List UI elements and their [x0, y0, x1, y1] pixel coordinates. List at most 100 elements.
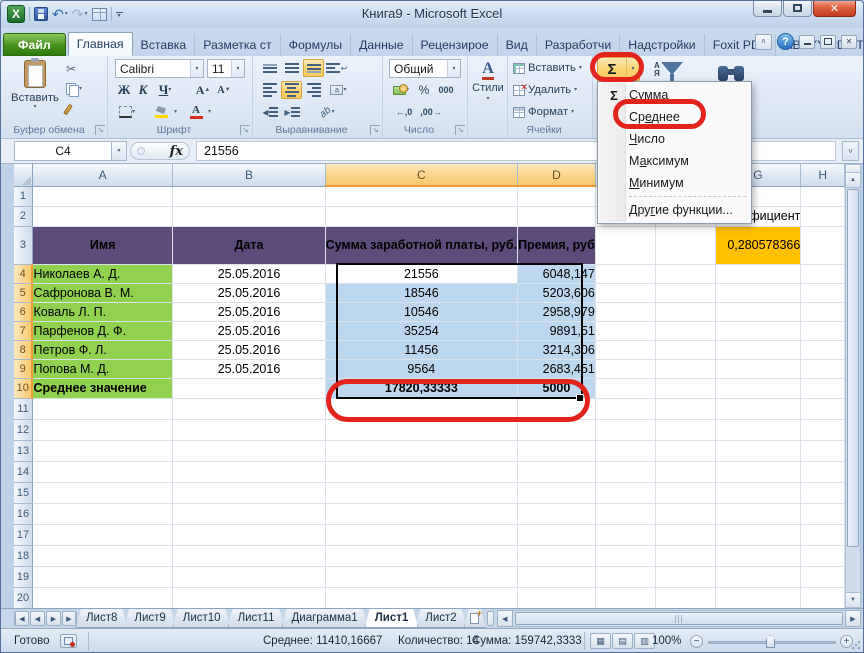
cell-F20[interactable]	[655, 587, 715, 608]
vertical-scroll-thumb[interactable]	[847, 189, 859, 547]
row-header-19[interactable]: 19	[14, 566, 32, 587]
incr-indent-button[interactable]: ▶	[281, 103, 302, 121]
ribbon-tab-insert[interactable]: Вставка	[133, 34, 196, 56]
cell-A19[interactable]	[32, 566, 172, 587]
cell-H17[interactable]	[801, 524, 845, 545]
bold-button[interactable]: Ж	[115, 81, 133, 99]
decr-indent-button[interactable]: ◀	[259, 103, 280, 121]
format-painter-button[interactable]	[63, 100, 97, 118]
cell-H14[interactable]	[801, 461, 845, 482]
cell-H13[interactable]	[801, 440, 845, 461]
scroll-right-button[interactable]: ▶	[845, 610, 861, 627]
horizontal-scroll-thumb[interactable]	[515, 612, 843, 625]
cell-C4[interactable]: 21556	[325, 264, 517, 283]
cell-G17[interactable]	[715, 524, 801, 545]
dropdown-arrow-icon[interactable]: ▾	[231, 60, 244, 77]
cell-G18[interactable]	[715, 545, 801, 566]
cell-E14[interactable]	[595, 461, 655, 482]
row-header-14[interactable]: 14	[14, 461, 32, 482]
row-header-11[interactable]: 11	[14, 398, 32, 419]
cell-C13[interactable]	[325, 440, 517, 461]
dialog-launcher[interactable]: ↘	[370, 125, 380, 135]
cell-D15[interactable]	[518, 482, 596, 503]
cell-E9[interactable]	[595, 359, 655, 378]
cell-F6[interactable]	[655, 302, 715, 321]
cell-C3[interactable]: Сумма заработной платы, руб.	[325, 226, 517, 264]
cell-D9[interactable]: 2683,451	[518, 359, 596, 378]
cell-F10[interactable]	[655, 378, 715, 398]
cell-A17[interactable]	[32, 524, 172, 545]
workbook-restore-button[interactable]	[820, 35, 836, 49]
cell-F18[interactable]	[655, 545, 715, 566]
dropdown-arrow-icon[interactable]: ▾	[190, 60, 203, 77]
cell-D12[interactable]	[518, 419, 596, 440]
shrink-font-button[interactable]: А▼	[214, 81, 234, 99]
cell-A8[interactable]: Петров Ф. Л.	[32, 340, 172, 359]
insert-cells-button[interactable]: Вставить▾	[513, 59, 582, 77]
page-layout-view-button[interactable]: ▤	[612, 633, 633, 649]
row-header-4[interactable]: 4	[14, 264, 32, 283]
cell-F3[interactable]	[655, 226, 715, 264]
row-header-12[interactable]: 12	[14, 419, 32, 440]
ribbon-tab-file[interactable]: Файл	[3, 33, 66, 56]
cell-H12[interactable]	[801, 419, 845, 440]
cell-A13[interactable]	[32, 440, 172, 461]
cell-H8[interactable]	[801, 340, 845, 359]
menu-item-sum[interactable]: ΣСумма	[599, 84, 750, 106]
workbook-close-button[interactable]: ✕	[841, 35, 857, 49]
col-header-H[interactable]: H	[801, 164, 845, 186]
cell-G8[interactable]	[715, 340, 801, 359]
tab-splitter[interactable]	[487, 611, 494, 626]
row-header-8[interactable]: 8	[14, 340, 32, 359]
vertical-scrollbar[interactable]: ▲ ▼	[845, 164, 861, 608]
cell-H5[interactable]	[801, 283, 845, 302]
cell-C17[interactable]	[325, 524, 517, 545]
maximize-button[interactable]	[783, 0, 812, 17]
cell-A7[interactable]: Парфенов Д. Ф.	[32, 321, 172, 340]
fill-color-button[interactable]	[149, 103, 173, 121]
cell-G6[interactable]	[715, 302, 801, 321]
cell-E6[interactable]	[595, 302, 655, 321]
align-bottom-button[interactable]	[303, 59, 324, 77]
normal-view-button[interactable]: ▦	[590, 633, 611, 649]
fill-handle[interactable]	[576, 394, 583, 401]
cell-B6[interactable]: 25.05.2016	[173, 302, 325, 321]
select-all-corner[interactable]	[14, 164, 32, 186]
resize-grip[interactable]	[850, 639, 862, 651]
undo-button[interactable]: ↶▾	[52, 7, 68, 21]
align-left-button[interactable]	[259, 81, 280, 99]
ribbon-tab-review[interactable]: Рецензирое	[413, 34, 498, 56]
cell-D6[interactable]: 2958,979	[518, 302, 596, 321]
cell-C7[interactable]: 35254	[325, 321, 517, 340]
row-header-7[interactable]: 7	[14, 321, 32, 340]
cell-E16[interactable]	[595, 503, 655, 524]
cell-D20[interactable]	[518, 587, 596, 608]
ribbon-tab-page-layout[interactable]: Разметка ст	[195, 34, 280, 56]
align-top-button[interactable]	[259, 59, 280, 77]
col-header-A[interactable]: A	[32, 164, 172, 186]
cell-C14[interactable]	[325, 461, 517, 482]
cell-B19[interactable]	[173, 566, 325, 587]
col-header-D[interactable]: D	[518, 164, 596, 186]
cell-D7[interactable]: 9891,51	[518, 321, 596, 340]
workbook-minimize-button[interactable]	[799, 35, 815, 49]
cell-F7[interactable]	[655, 321, 715, 340]
cell-A15[interactable]	[32, 482, 172, 503]
cell-B2[interactable]	[173, 206, 325, 226]
cell-F11[interactable]	[655, 398, 715, 419]
dropdown-arrow-icon[interactable]: ▾	[65, 11, 68, 17]
comma-style-button[interactable]: 000	[434, 81, 458, 99]
next-sheet-button[interactable]: ▶	[46, 611, 61, 626]
decrease-decimal-button[interactable]: ,00→	[418, 103, 444, 121]
cell-F4[interactable]	[655, 264, 715, 283]
paste-button[interactable]: Вставить ▾	[11, 59, 59, 121]
autosum-button[interactable]: Σ ▾	[597, 57, 640, 81]
cell-A12[interactable]	[32, 419, 172, 440]
scroll-left-button[interactable]: ◀	[497, 610, 513, 627]
cell-E17[interactable]	[595, 524, 655, 545]
cell-D14[interactable]	[518, 461, 596, 482]
cell-D4[interactable]: 6048,147	[518, 264, 596, 283]
col-header-B[interactable]: B	[173, 164, 325, 186]
cell-A16[interactable]	[32, 503, 172, 524]
cell-B7[interactable]: 25.05.2016	[173, 321, 325, 340]
